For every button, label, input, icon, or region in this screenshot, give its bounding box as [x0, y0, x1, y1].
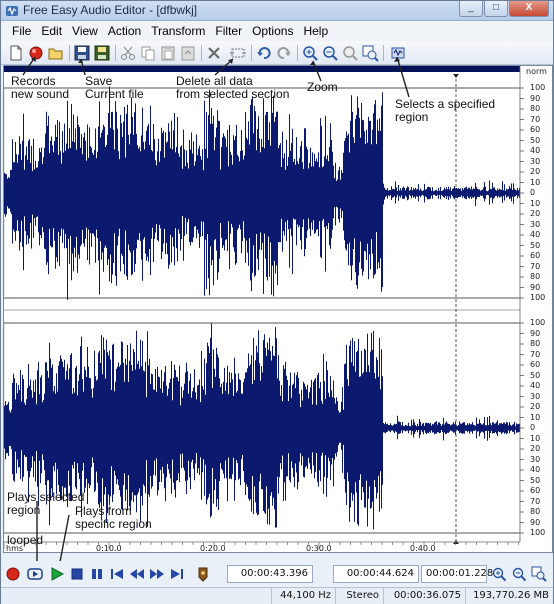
status-bar: 44,100 Hz Stereo 00:00:36.075 193,770.26… [1, 587, 553, 604]
transport-bar: 00:00:43.396 00:00:44.624 00:00:01.228 [1, 561, 553, 587]
skip-end-icon[interactable] [169, 566, 185, 582]
marker-icon[interactable] [195, 566, 211, 582]
play-icon[interactable] [49, 566, 65, 582]
app-window: Free Easy Audio Editor - [dfbwkj] _ □ X … [0, 0, 554, 604]
stop-icon[interactable] [69, 566, 85, 582]
zoom-in-icon[interactable] [491, 566, 507, 582]
loop-play-icon[interactable] [27, 566, 43, 582]
annotation-plays-from: Plays from specific region [75, 504, 152, 531]
annotation-select-region: Selects a specified region [395, 97, 496, 124]
selection-end-time[interactable]: 00:00:44.624 [333, 565, 419, 583]
annotation-zoom: Zoom [307, 80, 338, 94]
annotation-save: Save Current file [85, 74, 144, 101]
record-button-icon[interactable] [5, 566, 21, 582]
skip-start-icon[interactable] [109, 566, 125, 582]
annotation-records: Records new sound [11, 74, 70, 101]
status-sample-rate: 44,100 Hz [271, 588, 335, 604]
status-free-space: 193,770.26 MB [465, 588, 553, 604]
status-duration: 00:00:36.075 [383, 588, 465, 604]
rewind-icon[interactable] [129, 566, 145, 582]
status-channels: Stereo [335, 588, 383, 604]
zoom-fit-icon[interactable] [531, 566, 547, 582]
zoom-out-icon[interactable] [511, 566, 527, 582]
selection-length-time[interactable]: 00:00:01.228 [421, 565, 493, 583]
fast-forward-icon[interactable] [149, 566, 165, 582]
pause-icon[interactable] [89, 566, 105, 582]
selection-start-time[interactable]: 00:00:43.396 [227, 565, 313, 583]
annotation-delete: Delete all data from selected section [176, 74, 290, 101]
annotation-looped: looped [7, 533, 44, 547]
annotation-plays-selected: Plays selected region [7, 490, 85, 517]
